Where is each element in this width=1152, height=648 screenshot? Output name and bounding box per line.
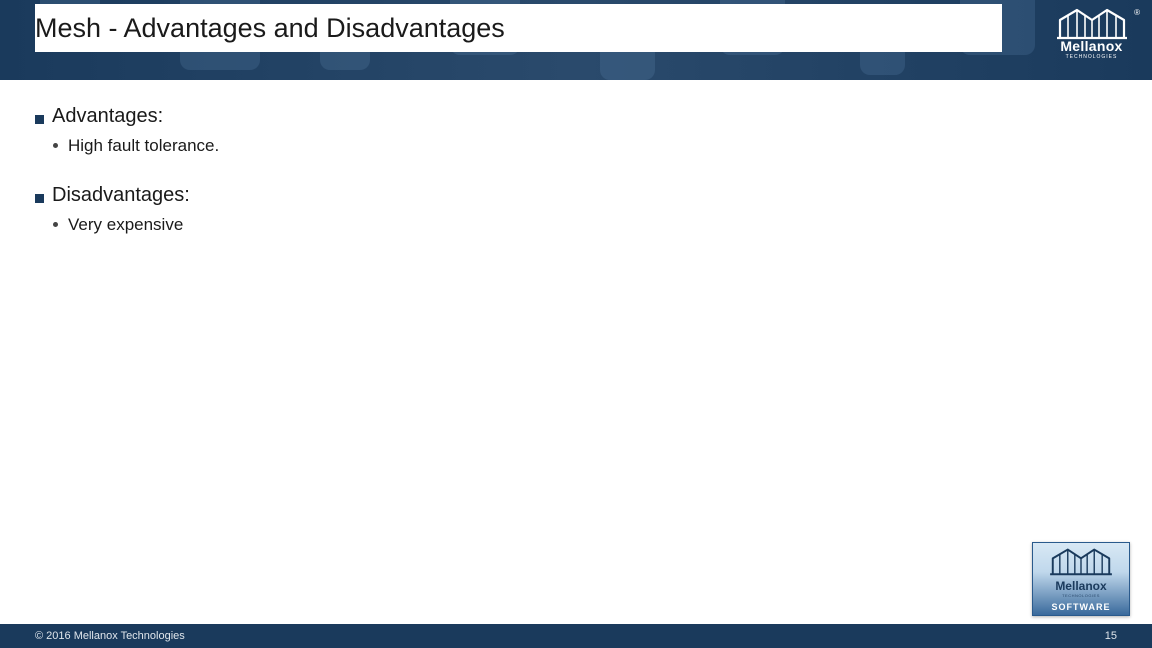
square-bullet-icon [35,115,44,124]
list-item: Advantages: [35,105,1117,128]
list-item: High fault tolerance. [53,136,1117,156]
logo-name: Mellanox [1055,579,1106,593]
mellanox-logo: Mellanox TECHNOLOGIES ® [1049,6,1134,60]
square-bullet-icon [35,194,44,203]
dot-bullet-icon [53,143,58,148]
slide-content: Advantages: High fault tolerance. Disadv… [35,95,1117,618]
bullet-text: High fault tolerance. [68,136,219,156]
slide-footer: © 2016 Mellanox Technologies 15 [0,624,1152,648]
section-heading: Advantages: [52,105,163,128]
bridge-icon [1049,6,1134,40]
title-bar: Mesh - Advantages and Disadvantages [35,4,1002,52]
slide-header: Mesh - Advantages and Disadvantages Mell… [0,0,1152,80]
logo-subtitle: TECHNOLOGIES [1049,54,1134,60]
mellanox-software-logo: Mellanox TECHNOLOGIES SOFTWARE [1032,542,1130,616]
dot-bullet-icon [53,222,58,227]
section-heading: Disadvantages: [52,184,190,207]
bridge-icon [1049,546,1113,581]
copyright-text: © 2016 Mellanox Technologies [35,630,185,642]
list-item: Disadvantages: [35,184,1117,207]
logo-subtitle: TECHNOLOGIES [1062,593,1100,598]
logo-name: Mellanox [1049,38,1134,54]
registered-icon: ® [1134,8,1140,17]
bullet-text: Very expensive [68,215,183,235]
page-title: Mesh - Advantages and Disadvantages [35,13,505,44]
page-number: 15 [1105,630,1117,642]
list-item: Very expensive [53,215,1117,235]
logo-software-label: SOFTWARE [1052,602,1111,612]
